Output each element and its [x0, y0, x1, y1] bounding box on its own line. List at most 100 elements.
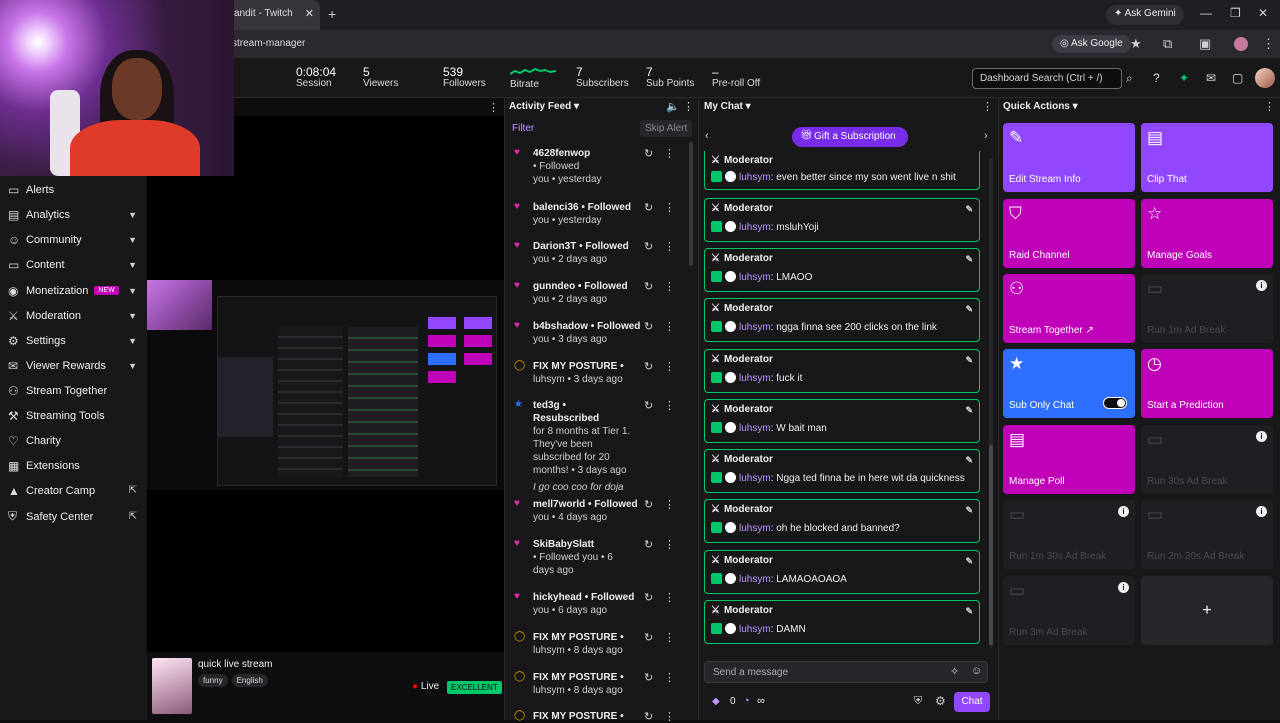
replay-icon[interactable]: ↻: [644, 240, 653, 253]
shield-icon[interactable]: ⛨: [914, 695, 922, 708]
sub-only-chat-button[interactable]: ★ Sub Only Chat: [1003, 349, 1135, 418]
channel-points-icon[interactable]: ◔: [743, 695, 750, 707]
more-options-icon[interactable]: ⋮: [664, 631, 675, 644]
edit-icon[interactable]: ✎: [965, 503, 973, 517]
inbox-icon[interactable]: ✉: [1206, 71, 1216, 85]
more-options-icon[interactable]: ⋮: [664, 498, 675, 511]
chat-username[interactable]: luhsym: [739, 423, 771, 434]
chevron-right-icon[interactable]: ›: [984, 130, 988, 142]
bits-icon[interactable]: ◆: [712, 696, 720, 707]
stream-video-preview[interactable]: [147, 280, 504, 490]
url-text[interactable]: stream-manager: [232, 38, 305, 49]
sidebar-item-viewer-rewards[interactable]: ✉ Viewer Rewards ▼: [0, 353, 147, 378]
replay-icon[interactable]: ↻: [644, 320, 653, 333]
maximize-icon[interactable]: ❐: [1230, 6, 1241, 20]
more-options-icon[interactable]: ⋮: [488, 101, 499, 114]
chat-username[interactable]: luhsym: [739, 523, 771, 534]
channel-points-count[interactable]: 0: [730, 696, 736, 707]
replay-icon[interactable]: ↻: [644, 591, 653, 604]
chat-username[interactable]: luhsym: [739, 574, 771, 585]
ask-gemini-button[interactable]: ✦ Ask Gemini: [1106, 5, 1184, 25]
mute-icon[interactable]: 🔈: [666, 100, 680, 113]
sidebar-item-safety-center[interactable]: ⛨ Safety Center ⇱: [0, 504, 147, 529]
ask-google-button[interactable]: ◎ Ask Google: [1052, 35, 1131, 53]
more-options-icon[interactable]: ⋮: [664, 240, 675, 253]
sidebar-item-community[interactable]: ☺ Community ▼: [0, 227, 147, 252]
profile-avatar[interactable]: [1234, 37, 1248, 51]
sidebar-item-content[interactable]: ▭ Content ▼: [0, 252, 147, 277]
sidebar-item-analytics[interactable]: ▤ Analytics ▼: [0, 202, 147, 227]
more-options-icon[interactable]: ⋮: [664, 320, 675, 333]
help-icon[interactable]: ?: [1153, 71, 1160, 85]
tag-funny[interactable]: funny: [198, 674, 228, 687]
edit-icon[interactable]: ✎: [965, 202, 973, 216]
chat-scroll-thumb[interactable]: [989, 445, 993, 645]
sidebar-item-streaming-tools[interactable]: ⚒ Streaming Tools: [0, 403, 147, 428]
activity-scrollbar[interactable]: [689, 142, 693, 266]
more-options-icon[interactable]: ⋮: [982, 100, 993, 113]
replay-icon[interactable]: ↻: [644, 631, 653, 644]
info-icon[interactable]: i: [1256, 280, 1267, 291]
manage-goals-button[interactable]: ☆ Manage Goals: [1141, 199, 1273, 268]
sidebar-item-alerts[interactable]: ▭ Alerts: [0, 177, 147, 202]
replay-icon[interactable]: ↻: [644, 147, 653, 160]
chevron-left-icon[interactable]: ‹: [705, 130, 709, 142]
more-options-icon[interactable]: ⋮: [664, 710, 675, 723]
chat-username[interactable]: luhsym: [739, 272, 771, 283]
more-options-icon[interactable]: ⋮: [664, 591, 675, 604]
chat-input[interactable]: Send a message: [704, 661, 988, 683]
chat-username[interactable]: luhsym: [739, 373, 771, 384]
chat-username[interactable]: luhsym: [739, 473, 771, 484]
close-window-icon[interactable]: ✕: [1258, 6, 1268, 20]
edit-icon[interactable]: ✎: [965, 403, 973, 417]
info-icon[interactable]: i: [1256, 506, 1267, 517]
sidebar-item-charity[interactable]: ♡ Charity: [0, 428, 147, 453]
new-tab-icon[interactable]: +: [328, 6, 336, 22]
extensions-icon[interactable]: ⧉: [1163, 36, 1172, 52]
chat-username[interactable]: luhsym: [739, 322, 771, 333]
dashboard-search-input[interactable]: Dashboard Search (Ctrl + /): [972, 68, 1122, 89]
avatar[interactable]: [1255, 68, 1275, 88]
sidebar-item-stream-together[interactable]: ⚇ Stream Together: [0, 378, 147, 403]
bookmark-star-icon[interactable]: ★: [1130, 36, 1142, 52]
edit-icon[interactable]: ✎: [965, 554, 973, 568]
run-2m-30s-ad-break-button[interactable]: ▭ i Run 2m 30s Ad Break: [1141, 500, 1273, 569]
chat-title[interactable]: My Chat ▾: [704, 101, 751, 112]
replay-icon[interactable]: ↻: [644, 360, 653, 373]
info-icon[interactable]: i: [1118, 582, 1129, 593]
add-quick-action-button[interactable]: +: [1141, 576, 1273, 645]
replay-icon[interactable]: ↻: [644, 538, 653, 551]
more-options-icon[interactable]: ⋮: [664, 538, 675, 551]
info-icon[interactable]: i: [1118, 506, 1129, 517]
start-prediction-button[interactable]: ◷ Start a Prediction: [1141, 349, 1273, 418]
sidebar-item-creator-camp[interactable]: ▲ Creator Camp ⇱: [0, 478, 147, 503]
menu-icon[interactable]: ⋮: [1262, 36, 1275, 52]
chat-username[interactable]: luhsym: [739, 624, 771, 635]
effects-icon[interactable]: ✧: [950, 665, 959, 678]
emote-icon[interactable]: ☺: [971, 665, 982, 677]
chat-username[interactable]: luhsym: [739, 172, 771, 183]
browser-tab[interactable]: andit - Twitch ✕: [228, 0, 320, 30]
whispers-icon[interactable]: ▢: [1232, 71, 1243, 85]
raid-channel-button[interactable]: ⛉ Raid Channel: [1003, 199, 1135, 268]
sparkle-icon[interactable]: ✦: [1179, 71, 1189, 85]
sidebar-item-extensions[interactable]: ▦ Extensions: [0, 453, 147, 478]
minimize-icon[interactable]: —: [1200, 6, 1212, 20]
sidebar-item-monetization[interactable]: ◉ Monetization NEW ▼: [0, 278, 147, 303]
close-tab-icon[interactable]: ✕: [305, 7, 314, 20]
edit-icon[interactable]: ✎: [965, 453, 973, 467]
more-options-icon[interactable]: ⋮: [664, 280, 675, 293]
more-options-icon[interactable]: ⋮: [683, 100, 694, 113]
replay-icon[interactable]: ↻: [644, 498, 653, 511]
stream-together-button[interactable]: ⚇ Stream Together ↗: [1003, 274, 1135, 343]
activity-feed-title[interactable]: Activity Feed ▾: [509, 101, 579, 112]
more-options-icon[interactable]: ⋮: [664, 360, 675, 373]
tag-english[interactable]: English: [231, 674, 268, 687]
chat-settings-icon[interactable]: ⚙: [935, 694, 946, 708]
chat-username[interactable]: luhsym: [739, 222, 771, 233]
sub-only-toggle[interactable]: [1103, 397, 1127, 409]
search-icon[interactable]: ⌕: [1126, 71, 1133, 86]
run-3m-ad-break-button[interactable]: ▭ i Run 3m Ad Break: [1003, 576, 1135, 645]
more-options-icon[interactable]: ⋮: [664, 201, 675, 214]
quick-actions-title[interactable]: Quick Actions ▾: [1003, 101, 1078, 112]
